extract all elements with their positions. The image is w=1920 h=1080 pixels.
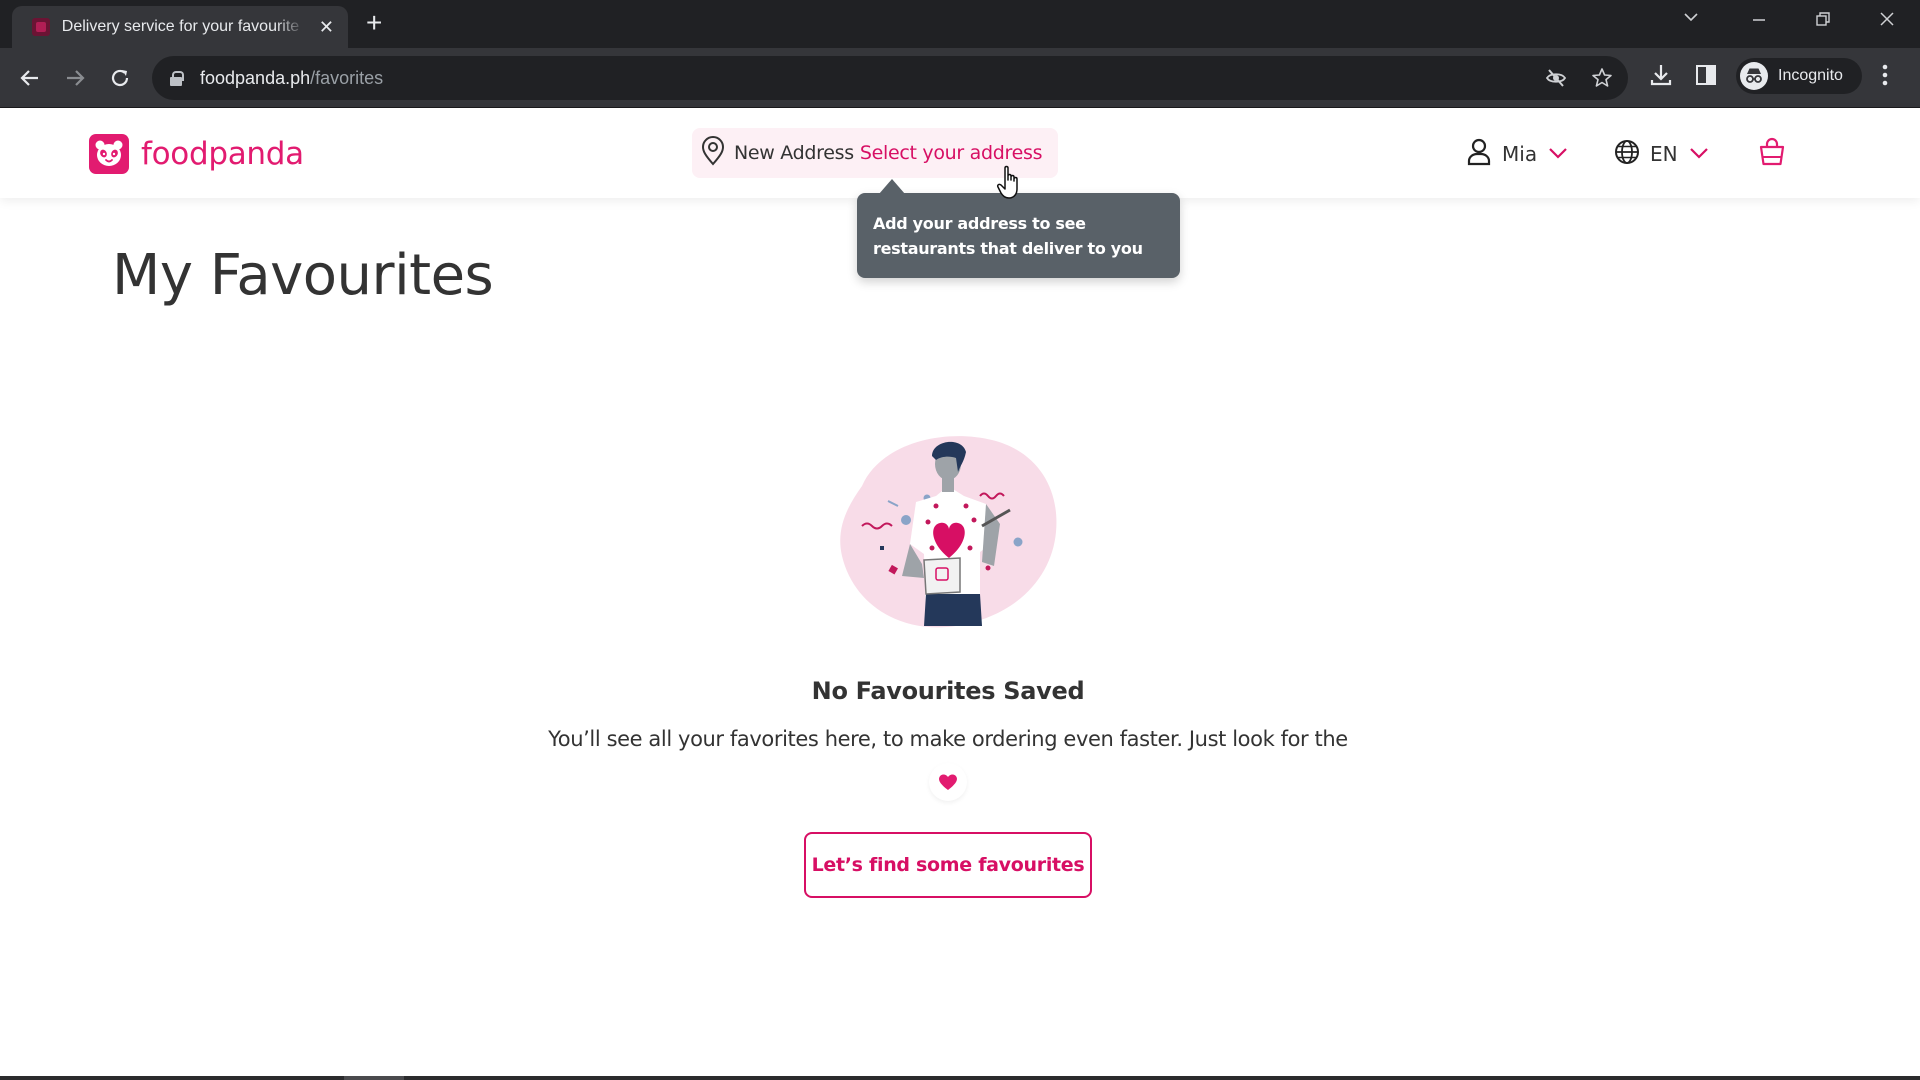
brand-name: foodpanda <box>141 136 304 172</box>
heart-icon <box>929 763 967 801</box>
bookmark-star-icon[interactable] <box>1590 66 1614 94</box>
find-favourites-button[interactable]: Let’s find some favourites <box>804 832 1092 898</box>
tab-title: Delivery service for your favourite rest… <box>61 18 305 35</box>
language-code: EN <box>1650 142 1678 166</box>
user-menu[interactable]: Mia <box>1466 134 1569 174</box>
lock-icon[interactable] <box>170 70 184 86</box>
tab-close-icon[interactable]: ✕ <box>319 17 334 38</box>
empty-state-description: You’ll see all your favorites here, to m… <box>548 727 1348 751</box>
chevron-down-icon <box>1688 145 1710 164</box>
address-bar[interactable]: foodpanda.ph/favorites <box>152 56 1628 100</box>
browser-menu-icon[interactable] <box>1880 62 1890 92</box>
back-icon[interactable] <box>14 62 46 94</box>
site-header: foodpanda New Address Select your addres… <box>0 108 1920 198</box>
incognito-label: Incognito <box>1778 67 1843 84</box>
new-tab-button[interactable]: + <box>366 8 382 38</box>
address-label: New Address <box>734 142 854 164</box>
url-host: foodpanda.ph <box>200 67 311 88</box>
browser-toolbar: foodpanda.ph/favorites <box>0 48 1920 108</box>
select-address-link[interactable]: Select your address <box>860 142 1043 164</box>
chevron-down-icon <box>1547 145 1569 164</box>
download-icon[interactable] <box>1648 62 1674 92</box>
restore-icon[interactable] <box>1814 10 1832 34</box>
location-pin-icon <box>700 136 726 170</box>
address-tooltip: Add your address to see restaurants that… <box>857 179 1180 278</box>
tab-search-icon[interactable] <box>1682 8 1700 32</box>
globe-icon <box>1614 139 1640 169</box>
scrollbar-thumb[interactable] <box>344 1076 404 1080</box>
user-icon <box>1466 138 1492 170</box>
browser-tab-active[interactable]: Delivery service for your favourite rest… <box>12 6 348 48</box>
forward-icon[interactable] <box>59 62 91 94</box>
window-close-icon[interactable] <box>1878 10 1896 34</box>
shopping-bag-icon <box>1758 137 1786 171</box>
minimize-icon[interactable] <box>1750 10 1768 34</box>
incognito-profile-button[interactable]: Incognito <box>1736 58 1862 94</box>
page-title: My Favourites <box>112 243 494 308</box>
horizontal-scrollbar[interactable] <box>0 1076 1920 1080</box>
incognito-icon <box>1740 62 1768 90</box>
user-name: Mia <box>1502 142 1538 166</box>
language-selector[interactable]: EN <box>1614 134 1710 174</box>
panda-logo-icon <box>89 134 129 174</box>
url-path: /favorites <box>310 67 384 88</box>
empty-favourites-illustration <box>832 426 1064 632</box>
foodpanda-logo[interactable]: foodpanda <box>89 134 304 174</box>
browser-tab-bar: Delivery service for your favourite rest… <box>0 0 1920 48</box>
eye-slash-icon[interactable] <box>1544 66 1568 94</box>
tooltip-text: Add your address to see restaurants that… <box>873 214 1143 258</box>
empty-state-title: No Favourites Saved <box>811 677 1085 705</box>
hand-cursor-icon <box>996 165 1026 205</box>
reload-icon[interactable] <box>104 62 136 94</box>
foodpanda-favicon-icon <box>32 18 50 36</box>
side-panel-icon[interactable] <box>1694 62 1718 92</box>
cart-button[interactable] <box>1758 134 1786 174</box>
